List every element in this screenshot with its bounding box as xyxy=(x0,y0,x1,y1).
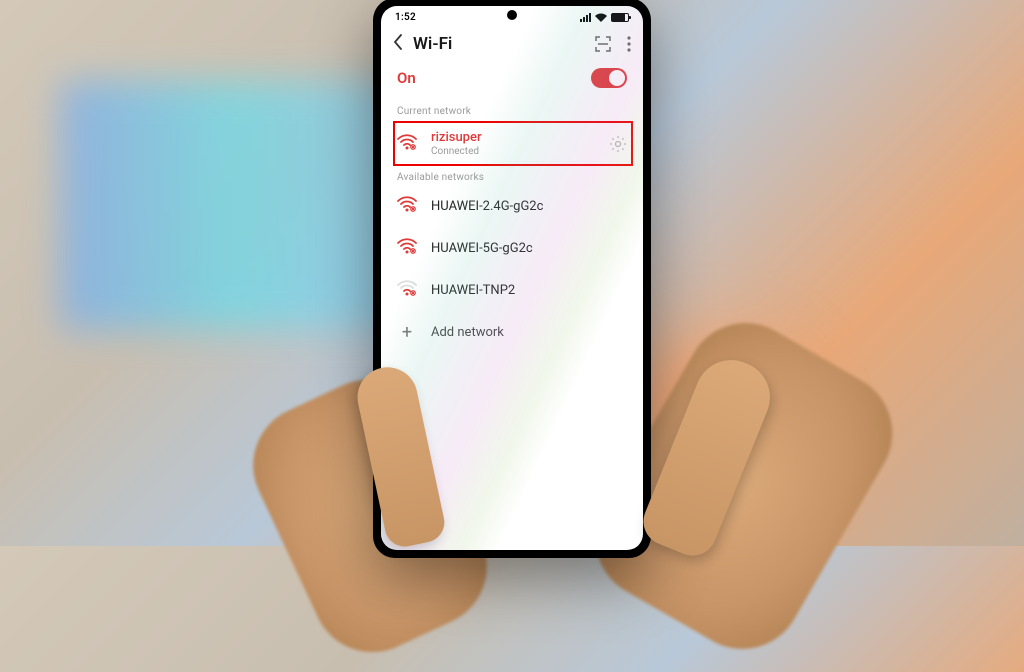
battery-icon xyxy=(611,13,629,22)
header: Wi-Fi xyxy=(381,28,643,58)
wifi-toggle-switch[interactable] xyxy=(591,68,627,88)
wifi-icon xyxy=(397,134,417,154)
wifi-icon xyxy=(397,238,417,258)
available-network-row[interactable]: HUAWEI-2.4G-gG2c xyxy=(381,185,643,227)
add-network-label: Add network xyxy=(431,325,504,340)
network-settings-button[interactable] xyxy=(609,135,627,153)
page-title: Wi-Fi xyxy=(413,34,585,54)
network-ssid: HUAWEI-5G-gG2c xyxy=(431,241,627,256)
status-time: 1:52 xyxy=(395,12,416,23)
signal-icon xyxy=(580,13,591,22)
wifi-icon xyxy=(397,280,417,300)
available-network-row[interactable]: HUAWEI-TNP2 xyxy=(381,269,643,311)
status-bar: 1:52 xyxy=(381,6,643,28)
wifi-status-icon xyxy=(595,13,607,22)
network-ssid: HUAWEI-2.4G-gG2c xyxy=(431,199,627,214)
available-network-row[interactable]: HUAWEI-5G-gG2c xyxy=(381,227,643,269)
more-options-icon[interactable] xyxy=(627,36,631,52)
background-tv xyxy=(60,80,400,330)
current-network-section-label: Current network xyxy=(381,102,643,119)
plus-icon: + xyxy=(397,322,417,343)
available-networks-section-label: Available networks xyxy=(381,168,643,185)
back-button[interactable] xyxy=(393,34,403,54)
current-network-row[interactable]: rizisuper Connected xyxy=(381,119,643,168)
wifi-icon xyxy=(397,196,417,216)
wifi-toggle-label: On xyxy=(397,69,416,87)
current-network-status: Connected xyxy=(431,146,595,157)
add-network-row[interactable]: + Add network xyxy=(381,311,643,354)
wifi-toggle-row[interactable]: On xyxy=(381,58,643,102)
camera-notch xyxy=(507,10,517,20)
network-ssid: HUAWEI-TNP2 xyxy=(431,283,627,298)
status-right xyxy=(580,13,629,22)
current-network-ssid: rizisuper xyxy=(431,130,595,145)
qr-scan-icon[interactable] xyxy=(595,36,611,52)
